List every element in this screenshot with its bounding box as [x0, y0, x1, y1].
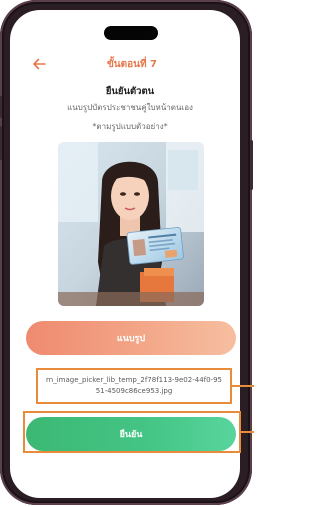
file-callout-line [232, 385, 254, 387]
example-note: *ตามรูปแบบตัวอย่าง* [92, 122, 168, 131]
app-screen: ขั้นตอนที่ 7 ยืนยันตัวตน แนบรูปบัตรประชา… [0, 0, 254, 507]
phone-side-button [0, 126, 2, 160]
confirm-button[interactable]: ยืนยัน [26, 417, 236, 451]
selfie-with-id-card-photo [58, 142, 204, 306]
confirm-callout-line [241, 431, 254, 433]
upload-photo-button[interactable]: แนบรูป [26, 321, 236, 355]
phone-side-button [250, 140, 253, 190]
phone-side-button [0, 96, 2, 118]
step-title: ขั้นตอนที่ 7 [106, 59, 158, 70]
back-arrow-icon[interactable] [31, 56, 47, 72]
phone-notch [104, 26, 158, 40]
page-title: ยืนยันตัวตน [105, 86, 155, 97]
page-subtitle: แนบรูปบัตรประชาชนคู่ใบหน้าตนเอง [67, 103, 193, 112]
selected-file-name: rn_image_picker_lib_temp_2f78f113-9e02-4… [36, 368, 232, 404]
